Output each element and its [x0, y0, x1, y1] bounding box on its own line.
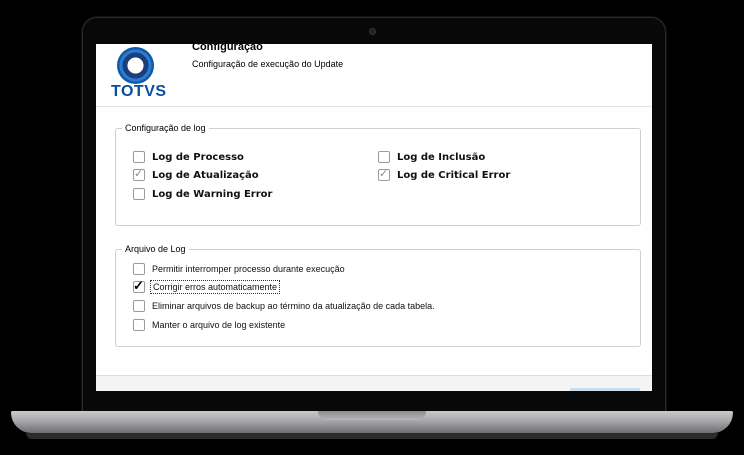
- next-button[interactable]: [570, 388, 640, 391]
- checkbox-checked-icon[interactable]: [133, 278, 145, 294]
- checkbox-unchecked-icon[interactable]: [133, 300, 145, 312]
- checkbox-log-inclusao[interactable]: Log de Inclusão: [378, 151, 485, 163]
- checkbox-checked-icon[interactable]: [133, 167, 145, 181]
- page-title: Configuração: [192, 44, 263, 53]
- log-file-legend: Arquivo de Log: [125, 244, 186, 254]
- checkbox-corrigir-erros[interactable]: Corrigir erros automaticamente: [133, 278, 281, 294]
- checkbox-label: Log de Processo: [152, 151, 244, 163]
- checkbox-label: Permitir interromper processo durante ex…: [152, 264, 345, 274]
- totvs-logo-text: TOTVS: [111, 83, 167, 100]
- laptop-base-shadow: [26, 433, 718, 439]
- checkbox-label: Log de Inclusão: [397, 151, 486, 163]
- checkbox-label: Log de Warning Error: [152, 188, 273, 200]
- log-config-legend: Configuração de log: [125, 123, 206, 133]
- checkbox-log-processo[interactable]: Log de Processo: [133, 151, 244, 163]
- checkbox-log-critical-error[interactable]: Log de Critical Error: [378, 167, 511, 181]
- checkbox-label: Eliminar arquivos de backup ao término d…: [152, 301, 435, 311]
- checkbox-label: Manter o arquivo de log existente: [152, 320, 286, 330]
- checkbox-unchecked-icon[interactable]: [133, 263, 145, 275]
- checkbox-log-warning-error[interactable]: Log de Warning Error: [133, 188, 272, 200]
- checkbox-permitir-interromper[interactable]: Permitir interromper processo durante ex…: [133, 263, 345, 275]
- checkbox-checked-icon[interactable]: [378, 167, 390, 181]
- checkbox-unchecked-icon[interactable]: [133, 319, 145, 331]
- totvs-logo-icon: [117, 47, 154, 84]
- camera-icon: [369, 28, 376, 35]
- checkbox-unchecked-icon[interactable]: [378, 151, 390, 163]
- checkbox-unchecked-icon[interactable]: [133, 188, 145, 200]
- checkbox-label: Corrigir erros automaticamente: [149, 280, 281, 294]
- header-divider: [96, 106, 652, 107]
- laptop-notch: [318, 411, 426, 420]
- checkbox-label: Log de Atualização: [152, 169, 259, 181]
- checkbox-label: Log de Critical Error: [397, 169, 511, 181]
- app-screen: TOTVS Configuração Configuração de execu…: [96, 44, 652, 391]
- checkbox-manter-log[interactable]: Manter o arquivo de log existente: [133, 319, 285, 331]
- footer-bar: [96, 376, 652, 391]
- page-subtitle: Configuração de execução do Update: [192, 59, 344, 69]
- checkbox-unchecked-icon[interactable]: [133, 151, 145, 163]
- checkbox-log-atualizacao[interactable]: Log de Atualização: [133, 167, 259, 181]
- log-file-group: Arquivo de Log: [115, 244, 641, 347]
- checkbox-eliminar-backup[interactable]: Eliminar arquivos de backup ao término d…: [133, 300, 435, 312]
